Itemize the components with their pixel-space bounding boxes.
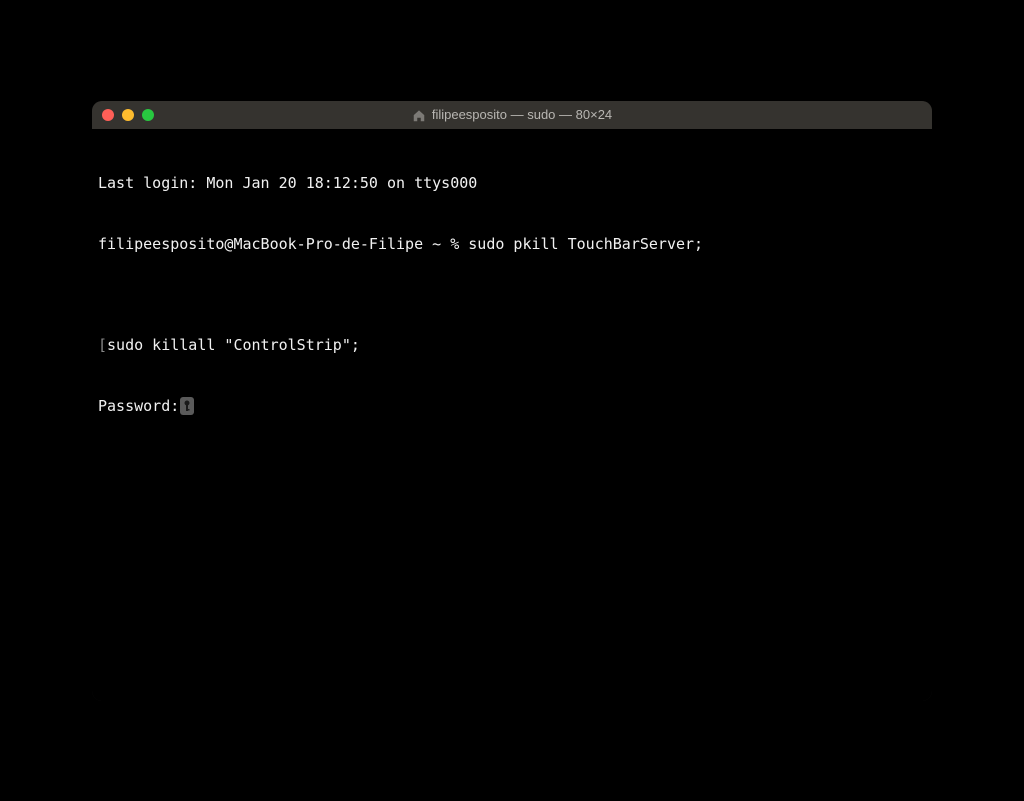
- traffic-lights: [102, 109, 154, 121]
- maximize-button[interactable]: [142, 109, 154, 121]
- minimize-button[interactable]: [122, 109, 134, 121]
- command-text-2: sudo killall "ControlStrip";: [107, 336, 360, 354]
- window-title-container: filipeesposito — sudo — 80×24: [92, 107, 932, 122]
- last-login-line: Last login: Mon Jan 20 18:12:50 on ttys0…: [98, 173, 926, 193]
- command-text: sudo pkill TouchBarServer;: [468, 235, 703, 253]
- password-prompt-line: Password:: [98, 396, 926, 416]
- bracket-open: [: [98, 336, 107, 354]
- window-titlebar[interactable]: filipeesposito — sudo — 80×24: [92, 101, 932, 129]
- window-title: filipeesposito — sudo — 80×24: [432, 107, 612, 122]
- key-icon: [180, 397, 194, 415]
- prompt-line: filipeesposito@MacBook-Pro-de-Filipe ~ %…: [98, 234, 926, 254]
- close-button[interactable]: [102, 109, 114, 121]
- command-line-2: [sudo killall "ControlStrip";: [98, 335, 926, 355]
- prompt-user: filipeesposito@MacBook-Pro-de-Filipe: [98, 235, 423, 253]
- prompt-symbol: %: [450, 235, 459, 253]
- terminal-window: filipeesposito — sudo — 80×24 Last login…: [92, 101, 932, 701]
- home-icon: [412, 108, 426, 122]
- prompt-path: ~: [432, 235, 441, 253]
- password-label: Password:: [98, 396, 179, 416]
- terminal-content[interactable]: Last login: Mon Jan 20 18:12:50 on ttys0…: [92, 129, 932, 701]
